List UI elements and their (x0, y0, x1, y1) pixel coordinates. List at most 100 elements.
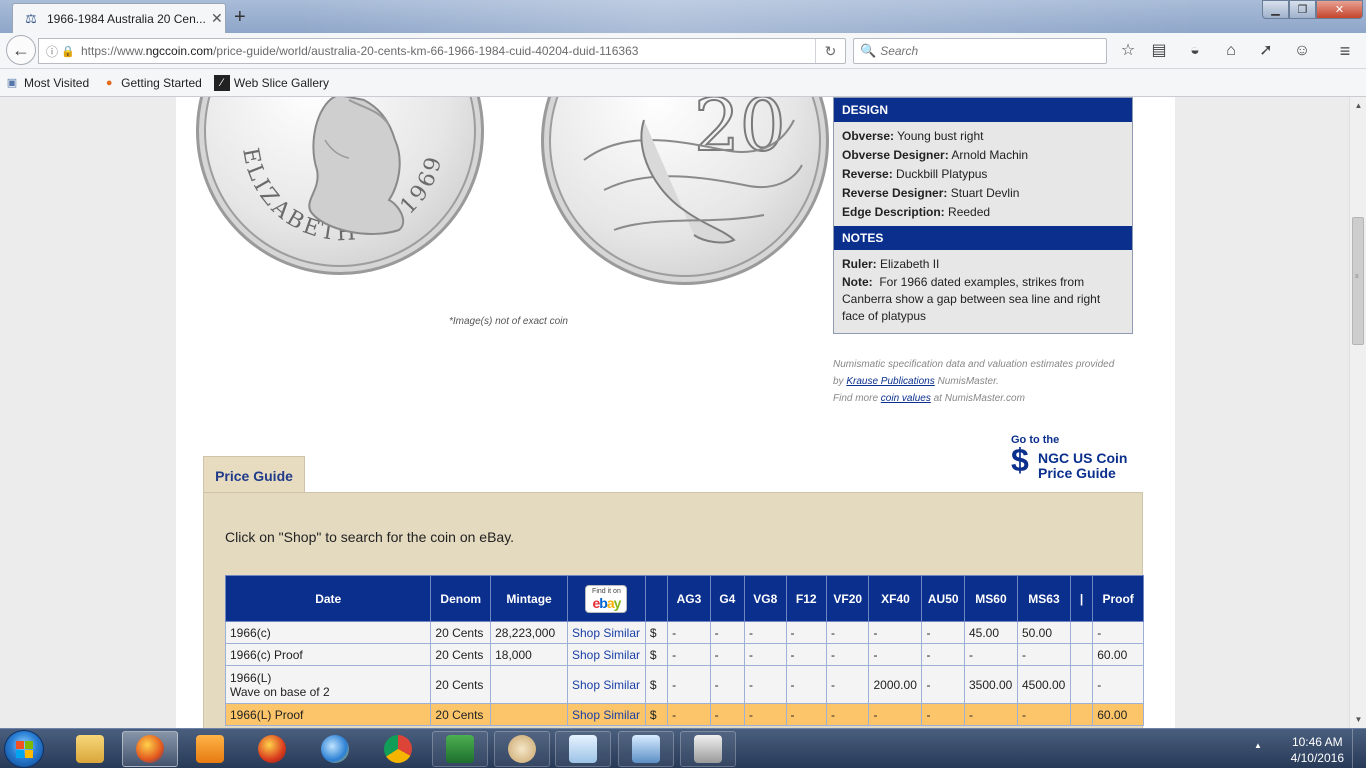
show-desktop-button[interactable] (1352, 729, 1366, 768)
search-input[interactable] (880, 44, 1101, 58)
cell-vg8: - (744, 621, 787, 644)
taskbar-excel[interactable] (432, 731, 488, 767)
search-box[interactable]: 🔍 (853, 38, 1107, 64)
notepad-icon (569, 735, 597, 763)
bookmark-star-icon[interactable]: ☆ (1117, 40, 1139, 62)
taskbar-notes[interactable] (555, 731, 611, 767)
col-vg8: VG8 (744, 575, 787, 622)
taskbar-control-panel[interactable] (618, 731, 674, 767)
scrollbar-thumb[interactable]: ≡ (1352, 217, 1364, 345)
cell-currency: $ (644, 665, 669, 704)
design-row-reverse-designer: Reverse Designer: Stuart Devlin (842, 186, 1020, 200)
taskbar-file-explorer[interactable] (62, 731, 118, 767)
tray-expand-icon[interactable]: ▲ (1254, 741, 1262, 750)
cell-g4: - (709, 621, 746, 644)
ngc-us-price-guide-link[interactable]: Go to the $ NGC US Coin Price Guide (1011, 434, 1127, 481)
send-icon[interactable]: ➚ (1255, 40, 1277, 62)
menu-icon[interactable]: ≡ (1334, 40, 1356, 62)
bookmark-most-visited[interactable]: ▣ Most Visited (4, 75, 89, 91)
taskbar-media-player[interactable] (182, 731, 238, 767)
cell-separator (1069, 665, 1094, 704)
price-guide-instruction: Click on "Shop" to search for the coin o… (225, 529, 515, 545)
lock-icon[interactable]: 🔒 (61, 45, 75, 58)
col-vf20: VF20 (825, 575, 870, 622)
internet-explorer-icon (321, 735, 349, 763)
taskbar-paint[interactable] (494, 731, 550, 767)
notes-details: Ruler: Elizabeth II Note: For 1966 dated… (834, 250, 1132, 333)
tab-price-guide[interactable]: Price Guide (203, 456, 305, 493)
image-disclaimer: *Image(s) not of exact coin (449, 316, 568, 327)
shop-similar-link[interactable]: Shop Similar (566, 703, 646, 726)
cell-denom: 20 Cents (430, 621, 492, 644)
col-f12: F12 (785, 575, 828, 622)
new-tab-button[interactable]: + (234, 6, 246, 29)
windows-logo-icon (16, 741, 34, 759)
ngc-favicon-icon: ⚖ (25, 10, 37, 26)
cell-ms60: - (963, 643, 1018, 666)
close-tab-icon[interactable]: ✕ (211, 10, 223, 27)
goto-title: NGC US Coin Price Guide (1038, 450, 1128, 481)
design-row-obverse: Obverse: Young bust right (842, 129, 984, 143)
shop-similar-link[interactable]: Shop Similar (566, 621, 646, 644)
taskbar-firefox[interactable] (122, 731, 178, 767)
back-button[interactable]: ← (6, 35, 36, 65)
date-text: 1966(c) (230, 625, 271, 640)
shop-similar-link[interactable]: Shop Similar (566, 643, 646, 666)
maximize-button[interactable]: ❐ (1289, 0, 1316, 19)
cell-currency: $ (644, 643, 669, 666)
cell-denom: 20 Cents (430, 643, 492, 666)
shop-similar-link[interactable]: Shop Similar (566, 665, 646, 704)
url-text[interactable]: https://www.ngccoin.com/price-guide/worl… (81, 44, 815, 58)
info-icon[interactable]: ⓘ (43, 43, 61, 60)
platypus-icon: 20 (583, 97, 803, 244)
cell-xf40: - (868, 643, 923, 666)
control-panel-icon (632, 735, 660, 763)
firefox-alt-icon (258, 735, 286, 763)
scroll-down-arrow-icon[interactable]: ▼ (1350, 711, 1366, 728)
cell-mintage: 18,000 (490, 643, 568, 666)
taskbar-firefox-alt[interactable] (244, 731, 300, 767)
clock[interactable]: 10:46 AM 4/10/2016 (1291, 734, 1344, 766)
taskbar-fax-scan[interactable] (680, 731, 736, 767)
address-bar[interactable]: ⓘ 🔒 https://www.ngccoin.com/price-guide/… (38, 38, 846, 64)
taskbar-internet-explorer[interactable] (307, 731, 363, 767)
window-controls: ▁ ❐ ✕ (1262, 0, 1363, 19)
vertical-scrollbar[interactable]: ▲ ≡ ▼ (1349, 97, 1366, 728)
design-details: Obverse: Young bust right Obverse Design… (834, 122, 1132, 226)
table-row: 1966(c) Proof 20 Cents 18,000 Shop Similar $… (224, 643, 1144, 666)
browser-tab[interactable]: ⚖ 1966-1984 Australia 20 Cen... ✕ (12, 3, 226, 33)
tab-title: 1966-1984 Australia 20 Cen... (47, 11, 205, 26)
cell-xf40: - (868, 703, 923, 726)
krause-publications-link[interactable]: Krause Publications (846, 376, 934, 387)
cell-ms60: - (963, 703, 1018, 726)
scroll-up-arrow-icon[interactable]: ▲ (1350, 97, 1366, 114)
bookmark-web-slice-gallery[interactable]: ⁄ Web Slice Gallery (213, 74, 329, 91)
notes-row-note: Note: For 1966 dated examples, strikes f… (842, 275, 1101, 323)
table-row: 1966(c) 20 Cents 28,223,000 Shop Similar $ - -… (224, 621, 1144, 644)
pocket-icon[interactable]: ◒ (1184, 40, 1206, 62)
smiley-icon[interactable]: ☺ (1291, 40, 1313, 62)
cell-vf20: - (825, 703, 870, 726)
cell-f12: - (785, 643, 828, 666)
start-button[interactable] (4, 730, 44, 768)
coin-specification-panel: DESIGN Obverse: Young bust right Obverse… (833, 97, 1133, 334)
dollar-icon: $ (1011, 442, 1029, 478)
coin-values-link[interactable]: coin values (881, 393, 931, 404)
close-window-button[interactable]: ✕ (1316, 0, 1363, 19)
taskbar-chrome[interactable] (370, 731, 426, 767)
cell-proof: 60.00 (1092, 703, 1144, 726)
credit-line: Numismatic specification data and valuat… (833, 359, 1115, 370)
cell-ms63: 50.00 (1016, 621, 1071, 644)
col-proof: Proof (1092, 575, 1144, 622)
col-ebay: Find it on ebay (566, 575, 646, 622)
reload-icon[interactable]: ↻ (815, 39, 845, 63)
cell-date: 1966(c) (224, 621, 432, 644)
cell-g4: - (709, 643, 746, 666)
bookmark-getting-started[interactable]: ● Getting Started (101, 75, 202, 91)
cell-ms63: 4500.00 (1016, 665, 1071, 704)
home-icon[interactable]: ⌂ (1220, 40, 1242, 62)
minimize-button[interactable]: ▁ (1262, 0, 1289, 19)
ebay-logo-icon: Find it on ebay (585, 584, 628, 613)
reading-list-icon[interactable]: ▤ (1148, 40, 1170, 62)
cell-date: 1966(c) Proof (224, 643, 432, 666)
